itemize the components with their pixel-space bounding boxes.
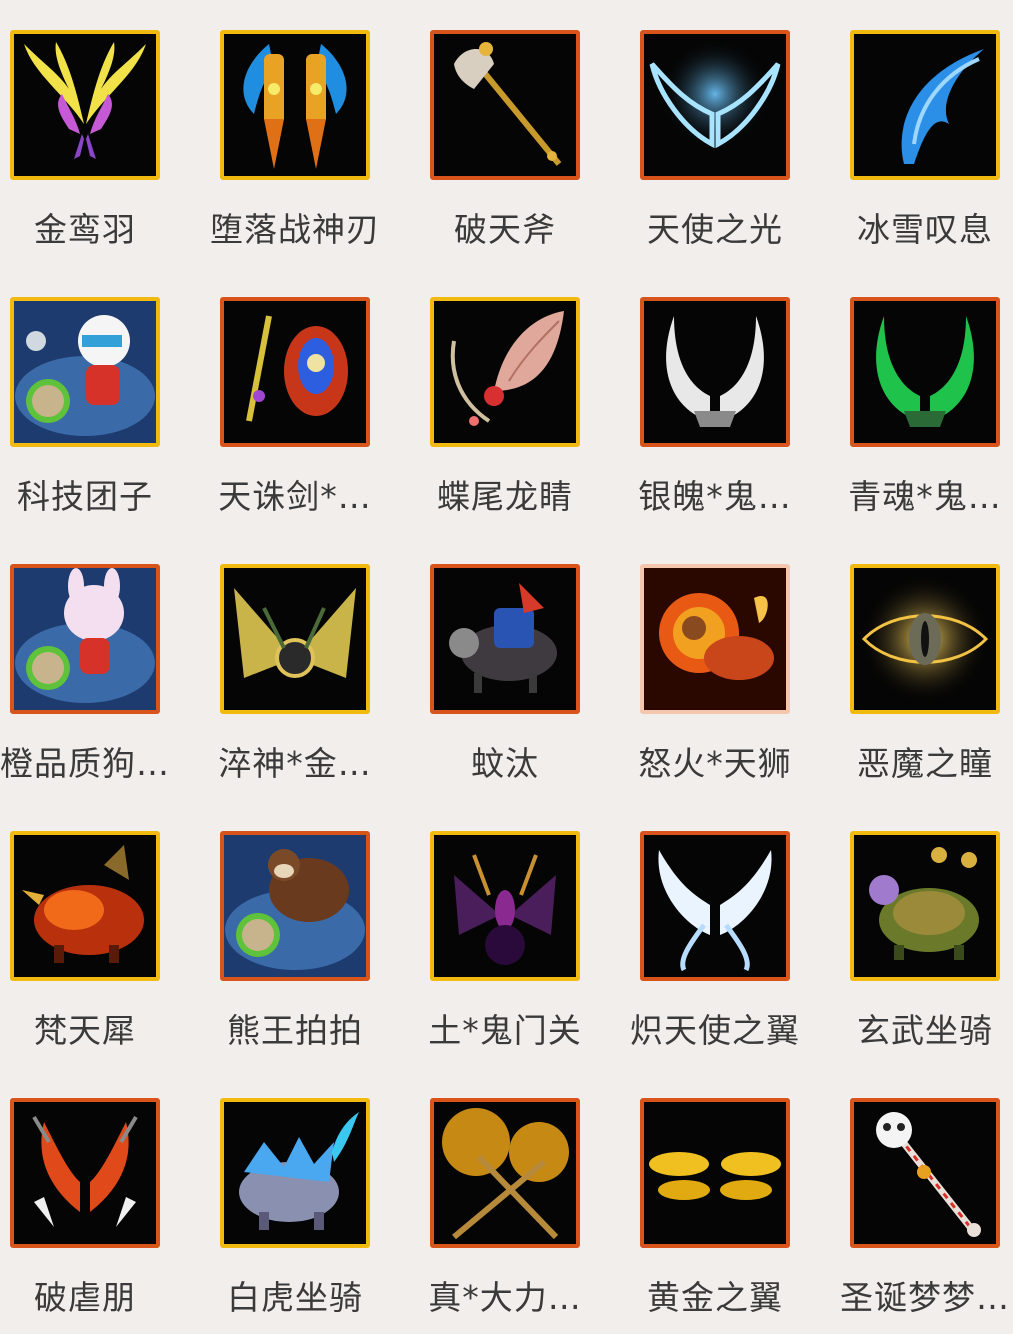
item-icon-frame[interactable] [10, 831, 160, 981]
item-icon-frame[interactable] [220, 30, 370, 180]
item-name: 破虐朋 [34, 1278, 136, 1317]
angel-light-wings-icon [649, 39, 781, 149]
item-icon-frame[interactable] [850, 30, 1000, 180]
item-name: 真*大力… [428, 1278, 582, 1317]
item-icon-frame[interactable] [430, 1098, 580, 1248]
christmas-staff-icon [876, 1112, 981, 1237]
item-name: 黄金之翼 [647, 1278, 783, 1317]
item-name: 玄武坐骑 [857, 1011, 993, 1050]
item-name: 蚊汰 [471, 744, 539, 783]
item-icon-frame[interactable] [640, 1098, 790, 1248]
item-name: 青魂*鬼… [848, 477, 1002, 516]
mosquito-mount-icon [449, 583, 557, 693]
item-icon-frame[interactable] [640, 831, 790, 981]
bear-king-pet-icon [224, 835, 366, 977]
item-icon-frame[interactable] [640, 564, 790, 714]
grid-item[interactable]: 青魂*鬼… [848, 267, 1013, 533]
fallen-war-god-blades-icon [243, 44, 347, 169]
white-tiger-mount-icon [239, 1112, 359, 1230]
grid-item[interactable]: 玄武坐骑 [850, 801, 1013, 1067]
item-name: 科技团子 [17, 477, 153, 516]
item-name: 炽天使之翼 [630, 1011, 800, 1050]
item-name: 圣诞梦梦… [840, 1278, 1010, 1317]
grid-item[interactable]: 圣诞梦梦… [840, 1068, 1013, 1334]
item-icon-frame[interactable] [850, 1098, 1000, 1248]
butterfly-tail-bow-icon [450, 311, 564, 426]
item-name: 金鸾羽 [34, 210, 136, 249]
item-name: 堕落战神刃 [210, 210, 380, 249]
item-name: 淬神*金… [218, 744, 372, 783]
golden-fan-wings-icon [234, 588, 356, 678]
golden-wings-icon [24, 42, 146, 159]
grid-item[interactable]: 恶魔之瞳 [850, 534, 1013, 800]
tech-dumpling-pet-icon [14, 301, 156, 443]
fire-lion-mount-icon [644, 568, 786, 710]
item-icon-frame[interactable] [220, 831, 370, 981]
item-icon-frame[interactable] [220, 1098, 370, 1248]
item-icon-frame[interactable] [10, 564, 160, 714]
item-icon-frame[interactable] [10, 30, 160, 180]
flame-claw-wings-icon [32, 1115, 138, 1227]
green-soul-wings-icon [876, 316, 974, 427]
demon-eye-icon [860, 574, 990, 704]
item-icon-frame[interactable] [850, 831, 1000, 981]
item-icon-frame[interactable] [430, 297, 580, 447]
item-name: 恶魔之瞳 [857, 744, 993, 783]
item-icon-frame[interactable] [640, 297, 790, 447]
item-icon-frame[interactable] [220, 297, 370, 447]
item-name: 天诛剑*… [218, 477, 372, 516]
item-name: 橙品质狗… [0, 744, 170, 783]
item-name: 土*鬼门关 [428, 1011, 582, 1050]
item-name: 蝶尾龙睛 [437, 477, 573, 516]
sky-breaking-axe-icon [454, 42, 562, 166]
item-name: 银魄*鬼… [638, 477, 792, 516]
item-name: 梵天犀 [34, 1011, 136, 1050]
item-icon-frame[interactable] [850, 297, 1000, 447]
item-icon-frame[interactable] [640, 30, 790, 180]
bunny-pet-egg-icon [14, 568, 156, 710]
ice-sigh-wing-icon [901, 49, 984, 164]
ghost-gate-wings-icon [454, 854, 556, 965]
item-name: 怒火*天狮 [638, 744, 792, 783]
item-name: 天使之光 [647, 210, 783, 249]
silver-soul-wings-icon [666, 316, 764, 427]
item-icon-frame[interactable] [10, 297, 160, 447]
item-icon-frame[interactable] [430, 564, 580, 714]
grid-item[interactable]: 冰雪叹息 [850, 0, 1013, 266]
turtle-mount-icon [869, 847, 979, 960]
item-name: 冰雪叹息 [857, 210, 993, 249]
heaven-punish-sword-icon [246, 315, 348, 422]
item-name: 熊王拍拍 [227, 1011, 363, 1050]
item-icon-frame[interactable] [430, 30, 580, 180]
item-icon-frame[interactable] [430, 831, 580, 981]
golden-hammers-icon [442, 1108, 569, 1240]
golden-butterfly-wings-icon [649, 1152, 781, 1200]
item-grid: 金鸾羽 堕落战神刃 破天斧 天使之光 冰雪叹息 科技团子 天诛剑*… 蝶尾龙睛 … [0, 0, 1013, 1317]
fire-rhino-mount-icon [22, 845, 144, 963]
item-name: 破天斧 [454, 210, 556, 249]
item-icon-frame[interactable] [220, 564, 370, 714]
item-name: 白虎坐骑 [227, 1278, 363, 1317]
seraph-wings-icon [658, 850, 772, 972]
item-icon-frame[interactable] [10, 1098, 160, 1248]
item-icon-frame[interactable] [850, 564, 1000, 714]
